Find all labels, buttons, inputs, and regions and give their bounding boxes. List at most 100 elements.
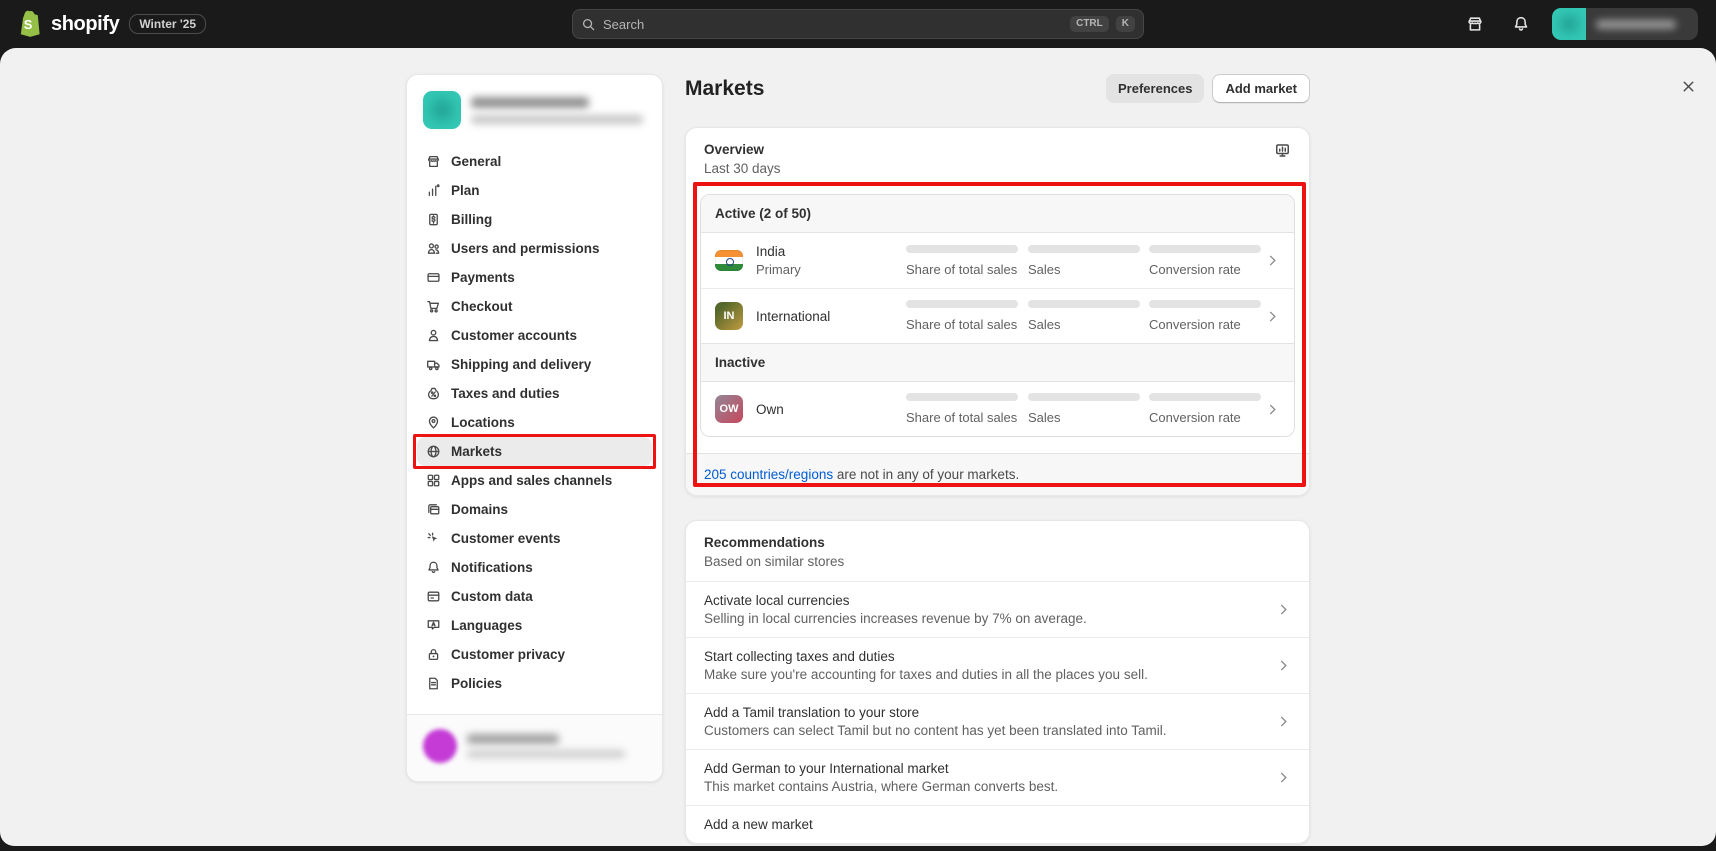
sidebar-item-markets[interactable]: Markets [417, 437, 652, 466]
shopify-wordmark: shopify [51, 13, 119, 36]
overview-title: Overview [704, 142, 781, 157]
preferences-button[interactable]: Preferences [1106, 74, 1204, 103]
chevron-right-icon[interactable] [1276, 602, 1291, 617]
notifications-button[interactable] [1506, 9, 1536, 39]
metric-conversion-rate: Conversion rate [1149, 245, 1261, 277]
store-name-redacted [1586, 8, 1698, 40]
store-preview-icon [1466, 15, 1484, 33]
sidebar-item-shipping-and-delivery[interactable]: Shipping and delivery [417, 350, 652, 379]
metric-sales: Sales [1028, 393, 1149, 425]
sidebar-item-users-and-permissions[interactable]: Users and permissions [417, 234, 652, 263]
kbd-k: K [1116, 16, 1135, 32]
annotation-box-markets [413, 434, 656, 469]
domains-icon [426, 502, 441, 517]
sidebar-item-custom-data[interactable]: Custom data [417, 582, 652, 611]
metric-sales: Sales [1028, 300, 1149, 332]
close-button[interactable] [1674, 72, 1702, 100]
add-market-button[interactable]: Add market [1212, 74, 1310, 103]
settings-sidebar: General Plan Billing Users and permissio… [406, 74, 663, 782]
billing-icon [426, 212, 441, 227]
sidebar-item-customer-events[interactable]: Customer events [417, 524, 652, 553]
shopify-logo[interactable]: S shopify [18, 10, 119, 38]
skeleton-bar [1149, 245, 1261, 253]
topbar: S shopify Winter '25 CTRL K [0, 0, 1716, 48]
sidebar-store-name-redacted [471, 97, 643, 124]
chevron-right-icon[interactable] [1276, 770, 1291, 785]
recommendation-tamil-translation[interactable]: Add a Tamil translation to your store Cu… [686, 693, 1309, 749]
metric-conversion-rate: Conversion rate [1149, 393, 1261, 425]
sidebar-item-payments[interactable]: Payments [417, 263, 652, 292]
shopify-bag-icon: S [18, 10, 43, 38]
recommendation-activate-local-currencies[interactable]: Activate local currencies Selling in loc… [686, 581, 1309, 637]
sidebar-item-apps-and-sales-channels[interactable]: Apps and sales channels [417, 466, 652, 495]
document-icon [426, 676, 441, 691]
sidebar-item-checkout[interactable]: Checkout [417, 292, 652, 321]
location-pin-icon [426, 415, 441, 430]
chevron-right-icon[interactable] [1265, 402, 1280, 417]
own-badge: OW [715, 395, 743, 423]
store-icon [426, 154, 441, 169]
chevron-right-icon[interactable] [1265, 253, 1280, 268]
plan-chart-icon [426, 183, 441, 198]
metric-share-of-total-sales: Share of total sales [906, 393, 1028, 425]
market-row-own[interactable]: OW Own Share of total sales Sales Conver… [701, 382, 1294, 436]
market-name: International [756, 309, 830, 324]
chevron-right-icon[interactable] [1276, 658, 1291, 673]
overview-footer-text: are not in any of your markets. [837, 467, 1019, 482]
settings-menu: General Plan Billing Users and permissio… [407, 141, 662, 714]
bell-icon [1512, 15, 1530, 33]
skeleton-bar [1028, 245, 1140, 253]
global-search[interactable]: CTRL K [572, 9, 1144, 39]
metric-share-of-total-sales: Share of total sales [906, 245, 1028, 277]
skeleton-bar [1028, 300, 1140, 308]
page-title: Markets [685, 77, 764, 101]
recommendations-card: Recommendations Based on similar stores … [685, 520, 1310, 844]
skeleton-bar [906, 300, 1018, 308]
apps-grid-icon [426, 473, 441, 488]
recommendation-add-german[interactable]: Add German to your International market … [686, 749, 1309, 805]
user-name-redacted [467, 734, 625, 758]
countries-regions-link[interactable]: 205 countries/regions [704, 467, 833, 482]
data-table-icon [426, 589, 441, 604]
globe-icon [426, 444, 441, 459]
person-icon [426, 328, 441, 343]
chevron-right-icon[interactable] [1276, 714, 1291, 729]
sidebar-item-billing[interactable]: Billing [417, 205, 652, 234]
india-flag-icon [715, 250, 743, 271]
account-menu[interactable] [1552, 8, 1698, 40]
sidebar-item-plan[interactable]: Plan [417, 176, 652, 205]
recommendation-collect-taxes-duties[interactable]: Start collecting taxes and duties Make s… [686, 637, 1309, 693]
sidebar-item-notifications[interactable]: Notifications [417, 553, 652, 582]
chevron-right-icon[interactable] [1265, 309, 1280, 324]
sidebar-user-footer[interactable] [407, 714, 662, 781]
market-name: India [756, 244, 801, 259]
inactive-section-header: Inactive [701, 343, 1294, 382]
sidebar-store-avatar [423, 91, 461, 129]
kbd-ctrl: CTRL [1070, 16, 1109, 32]
skeleton-bar [1149, 393, 1261, 401]
sidebar-item-taxes-and-duties[interactable]: Taxes and duties [417, 379, 652, 408]
market-row-international[interactable]: IN International Share of total sales Sa… [701, 288, 1294, 343]
markets-table: Active (2 of 50) India Primary Share of … [700, 194, 1295, 437]
search-input[interactable] [603, 17, 1063, 32]
store-preview-button[interactable] [1460, 9, 1490, 39]
search-icon [581, 17, 596, 32]
sidebar-item-domains[interactable]: Domains [417, 495, 652, 524]
sidebar-store-header [407, 75, 662, 141]
sidebar-item-general[interactable]: General [417, 147, 652, 176]
recommendation-partial[interactable]: Add a new market [686, 805, 1309, 843]
metric-sales: Sales [1028, 245, 1149, 277]
report-icon[interactable] [1274, 142, 1291, 159]
cursor-click-icon [426, 531, 441, 546]
sidebar-item-locations[interactable]: Locations [417, 408, 652, 437]
market-row-india[interactable]: India Primary Share of total sales Sales… [701, 233, 1294, 288]
sidebar-item-customer-accounts[interactable]: Customer accounts [417, 321, 652, 350]
settings-modal: General Plan Billing Users and permissio… [0, 48, 1716, 846]
sidebar-item-languages[interactable]: Languages [417, 611, 652, 640]
sidebar-item-policies[interactable]: Policies [417, 669, 652, 698]
store-avatar [1552, 8, 1586, 40]
sidebar-item-customer-privacy[interactable]: Customer privacy [417, 640, 652, 669]
svg-text:S: S [24, 17, 33, 32]
overview-card: Overview Last 30 days Active (2 of 50) I… [685, 127, 1310, 496]
market-subtitle: Primary [756, 262, 801, 277]
